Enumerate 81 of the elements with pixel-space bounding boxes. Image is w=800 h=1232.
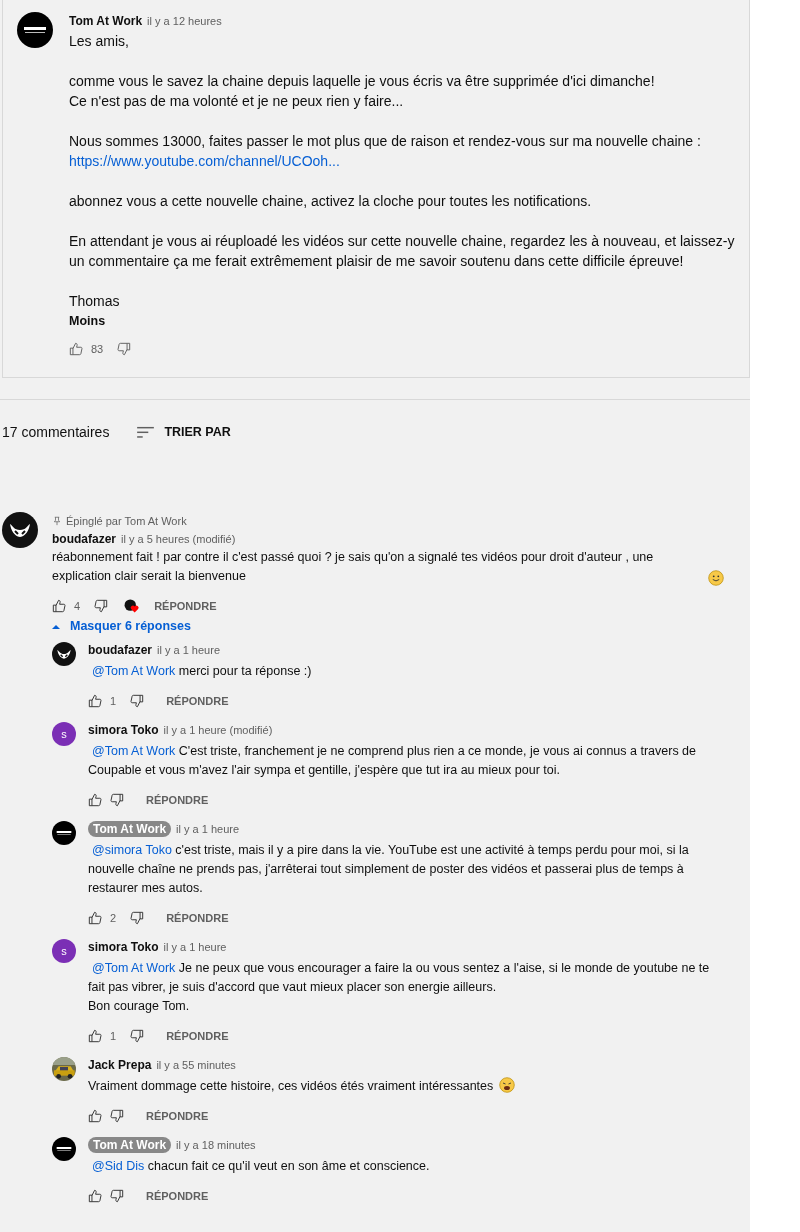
post-text: Nous sommes 13000, faites passer le mot plus que de raison et rendez-vous sur ma nouvelle chaine :: [69, 132, 702, 151]
channel-avatar[interactable]: [52, 1137, 76, 1161]
author-name[interactable]: Tom At Work: [88, 821, 172, 837]
author-name[interactable]: Jack Prepa: [88, 1058, 152, 1072]
reply-text: @Tom At Work Je ne peux que vous encourager a faire la ou vous sentez a l'aise, si le monde de youtube ne te fait pas vibrer, je suis d'accord que vaut mieux placer son energie ailleurs. Bon courage Tom.: [88, 961, 710, 1013]
dislike-icon[interactable]: [94, 599, 109, 613]
author-name[interactable]: simora Toko: [88, 940, 159, 954]
post-text: En attendant je vous ai réuploadé les vidéos sur cette nouvelle chaine, regardez les à nouveau, et laissez-y un commentaire ça me ferait extrêmement plaisir de me savoir soutenu dans cette difficile épreuve!: [69, 232, 736, 271]
author-name[interactable]: simora Toko: [88, 723, 159, 737]
channel-avatar[interactable]: [17, 12, 53, 48]
comment-time[interactable]: il y a 5 heures (modifié): [121, 533, 236, 545]
reply-button[interactable]: RÉPONDRE: [146, 1110, 209, 1122]
reply-text: @Tom At Work merci pour ta réponse :): [91, 664, 312, 678]
letter-avatar[interactable]: s: [52, 722, 76, 746]
channel-link[interactable]: https://www.youtube.com/channel/UCOoh...: [69, 151, 749, 171]
like-count: 2: [110, 912, 117, 924]
dislike-icon[interactable]: [117, 342, 132, 356]
author-name[interactable]: Tom At Work: [69, 14, 143, 28]
comment-time[interactable]: il y a 18 minutes: [176, 1139, 256, 1151]
reply-text: @Tom At Work C'est triste, franchement je ne comprend plus rien a ce monde, je vous ai connus a travers de Coupable et vous m'avez l'air sympa et gentille, j'espère que tut ira au mieux pour toi.: [88, 744, 697, 777]
hide-replies-button[interactable]: Masquer 6 réponses: [52, 619, 191, 633]
author-name[interactable]: Tom At Work: [88, 1137, 172, 1153]
comment-time[interactable]: il y a 1 heure: [176, 823, 240, 835]
author-name[interactable]: boudafazer: [88, 643, 152, 657]
like-icon[interactable]: [88, 1029, 102, 1043]
reply-button[interactable]: RÉPONDRE: [166, 695, 229, 707]
like-icon[interactable]: [88, 911, 102, 925]
comment-time[interactable]: il y a 12 heures: [147, 15, 222, 27]
post-text: Les amis,: [69, 32, 130, 51]
reply-button[interactable]: RÉPONDRE: [146, 794, 209, 806]
dislike-icon[interactable]: [110, 1109, 124, 1123]
comment-time[interactable]: il y a 1 heure: [163, 941, 227, 953]
comment-count: 17 commentaires: [2, 424, 110, 440]
dislike-icon[interactable]: [130, 694, 145, 708]
dislike-icon[interactable]: [110, 1189, 124, 1203]
like-count: 83: [91, 343, 104, 355]
weary-face-icon: [499, 1077, 516, 1093]
smiley-icon: [708, 570, 724, 586]
mention-link[interactable]: @simora Toko: [92, 843, 172, 857]
mention-link[interactable]: @Tom At Work: [92, 664, 176, 678]
like-icon[interactable]: [88, 1109, 102, 1123]
like-count: 4: [74, 600, 81, 612]
reply-text: Vraiment dommage cette histoire, ces vidéos étés vraiment intéressantes: [88, 1079, 494, 1093]
dislike-icon[interactable]: [130, 911, 145, 925]
dislike-icon[interactable]: [110, 793, 124, 807]
like-icon[interactable]: [52, 599, 66, 613]
like-count: 1: [110, 695, 117, 707]
like-icon[interactable]: [88, 1189, 102, 1203]
post-text: abonnez vous a cette nouvelle chaine, activez la cloche pour toutes les notifications.: [69, 192, 593, 211]
sort-icon: [137, 425, 155, 439]
pin-icon: [54, 516, 60, 526]
reply-text: @Sid Dis chacun fait ce qu'il veut en son âme et conscience.: [91, 1159, 430, 1173]
reply-button[interactable]: RÉPONDRE: [166, 912, 229, 924]
pinned-label: Épinglé par Tom At Work: [66, 515, 187, 527]
post-text: Ce n'est pas de ma volonté et je ne peux rien y faire...: [69, 92, 405, 111]
skull-avatar[interactable]: [2, 512, 38, 548]
show-less-link[interactable]: Moins: [69, 314, 106, 328]
author-name[interactable]: boudafazer: [52, 532, 116, 546]
comment-time[interactable]: il y a 1 heure (modifié): [163, 724, 273, 736]
comment-time[interactable]: il y a 1 heure: [157, 644, 220, 656]
reply-text: @simora Toko c'est triste, mais il y a pire dans la vie. YouTube est une activité à temps perdu pour moi, si la nouvelle chaîne ne prends pas, j'arrêterai tout simplement de poster des vidéos et passerai plus de temps à restaurer mes autos.: [88, 843, 689, 895]
dislike-icon[interactable]: [130, 1029, 145, 1043]
post-text: Thomas: [69, 292, 121, 311]
reply-button[interactable]: RÉPONDRE: [146, 1190, 209, 1202]
comment-text: réabonnement fait ! par contre il c'est passé quoi ? je sais qu'on a signalé tes vidéos pour droit d'auteur , une explication clair serait la bienvenue: [52, 549, 655, 585]
caret-icon: [52, 623, 60, 629]
reply-button[interactable]: RÉPONDRE: [166, 1030, 229, 1042]
like-icon[interactable]: [88, 793, 102, 807]
letter-avatar[interactable]: s: [52, 939, 76, 963]
reply-button[interactable]: RÉPONDRE: [154, 600, 217, 612]
post-text: comme vous le savez la chaine depuis laquelle je vous écris va être supprimée d'ici dimanche!: [69, 72, 656, 91]
skull-avatar[interactable]: [52, 642, 76, 666]
mention-link[interactable]: @Tom At Work: [92, 744, 176, 758]
mention-link[interactable]: @Sid Dis: [92, 1159, 145, 1173]
like-count: 1: [110, 1030, 117, 1042]
like-icon[interactable]: [69, 342, 83, 356]
sort-button[interactable]: TRIER PAR: [137, 425, 231, 439]
like-icon[interactable]: [88, 694, 102, 708]
comment-time[interactable]: il y a 55 minutes: [156, 1059, 236, 1071]
channel-avatar[interactable]: [52, 821, 76, 845]
mention-link[interactable]: @Tom At Work: [92, 961, 176, 975]
